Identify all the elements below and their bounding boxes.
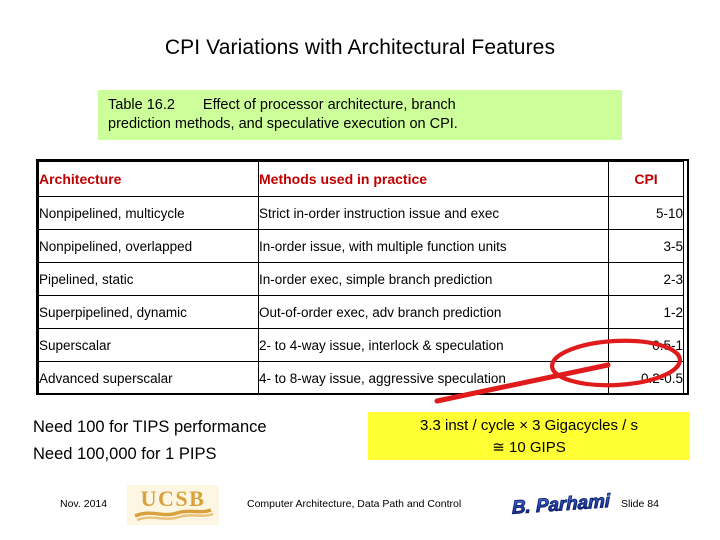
cell-methods: 2- to 4-way issue, interlock & speculati… [258, 328, 609, 362]
table-row: Nonpipelined, overlapped In-order issue,… [38, 229, 684, 263]
cell-architecture: Nonpipelined, overlapped [38, 229, 259, 263]
table-caption-line-1: Table 16.2 Effect of processor architectu… [108, 97, 456, 113]
cell-architecture: Superscalar [38, 328, 259, 362]
cell-methods: Strict in-order instruction issue and ex… [258, 196, 609, 230]
gips-callout-box: 3.3 inst / cycle × 3 Gigacycles / s ≅ 10… [368, 412, 690, 460]
cell-cpi: 0.5-1 [608, 328, 684, 362]
note-line-1: Need 100 for TIPS performance [33, 418, 267, 436]
note-line-2: Need 100,000 for 1 PIPS [33, 445, 217, 463]
cell-cpi: 0.2-0.5 [608, 361, 684, 395]
footer-slide-number: Slide 84 [621, 498, 659, 510]
column-header-cpi: CPI [608, 161, 684, 197]
page-title: CPI Variations with Architectural Featur… [164, 36, 556, 59]
cell-architecture: Advanced superscalar [38, 361, 259, 395]
cell-architecture: Nonpipelined, multicycle [38, 196, 259, 230]
gips-line-2: ≅ 10 GIPS [492, 439, 566, 456]
table-row: Advanced superscalar 4- to 8-way issue, … [38, 361, 684, 395]
cell-cpi: 2-3 [608, 262, 684, 296]
table-row: Pipelined, static In-order exec, simple … [38, 262, 684, 296]
cell-methods: 4- to 8-way issue, aggressive speculatio… [258, 361, 609, 395]
cell-methods: In-order exec, simple branch prediction [258, 262, 609, 296]
table-row: Nonpipelined, multicycle Strict in-order… [38, 196, 684, 230]
parhami-logo: B. Parhami [512, 490, 612, 519]
cpi-table: Architecture Methods used in practice CP… [38, 161, 684, 395]
table-header-row: Architecture Methods used in practice CP… [38, 161, 684, 197]
table-caption-label: Table 16.2 [108, 97, 175, 113]
gips-line-1: 3.3 inst / cycle × 3 Gigacycles / s [419, 417, 638, 434]
ucsb-wave-icon [134, 508, 214, 522]
cell-methods: Out-of-order exec, adv branch prediction [258, 295, 609, 329]
footer-course-title: Computer Architecture, Data Path and Con… [247, 498, 462, 510]
table-row: Superscalar 2- to 4-way issue, interlock… [38, 328, 684, 362]
parhami-logo-text: B. Parhami [512, 491, 611, 519]
table-caption-box: Table 16.2 Effect of processor architectu… [98, 90, 622, 140]
cell-methods: In-order issue, with multiple function u… [258, 229, 609, 263]
performance-notes: Need 100 for TIPS performance Need 100,0… [33, 414, 267, 468]
slide-canvas: CPI Variations with Architectural Featur… [0, 0, 720, 540]
cell-cpi: 5-10 [608, 196, 684, 230]
table-caption-text-1: Effect of processor architecture, branch [202, 97, 456, 113]
ucsb-logo: UCSB [127, 485, 219, 525]
footer-date: Nov. 2014 [60, 498, 108, 510]
cell-architecture: Superpipelined, dynamic [38, 295, 259, 329]
table-caption-line-2: prediction methods, and speculative exec… [108, 116, 458, 132]
cell-architecture: Pipelined, static [38, 262, 259, 296]
column-header-architecture: Architecture [38, 161, 259, 197]
column-header-methods: Methods used in practice [258, 161, 609, 197]
table-row: Superpipelined, dynamic Out-of-order exe… [38, 295, 684, 329]
cell-cpi: 3-5 [608, 229, 684, 263]
cell-cpi: 1-2 [608, 295, 684, 329]
